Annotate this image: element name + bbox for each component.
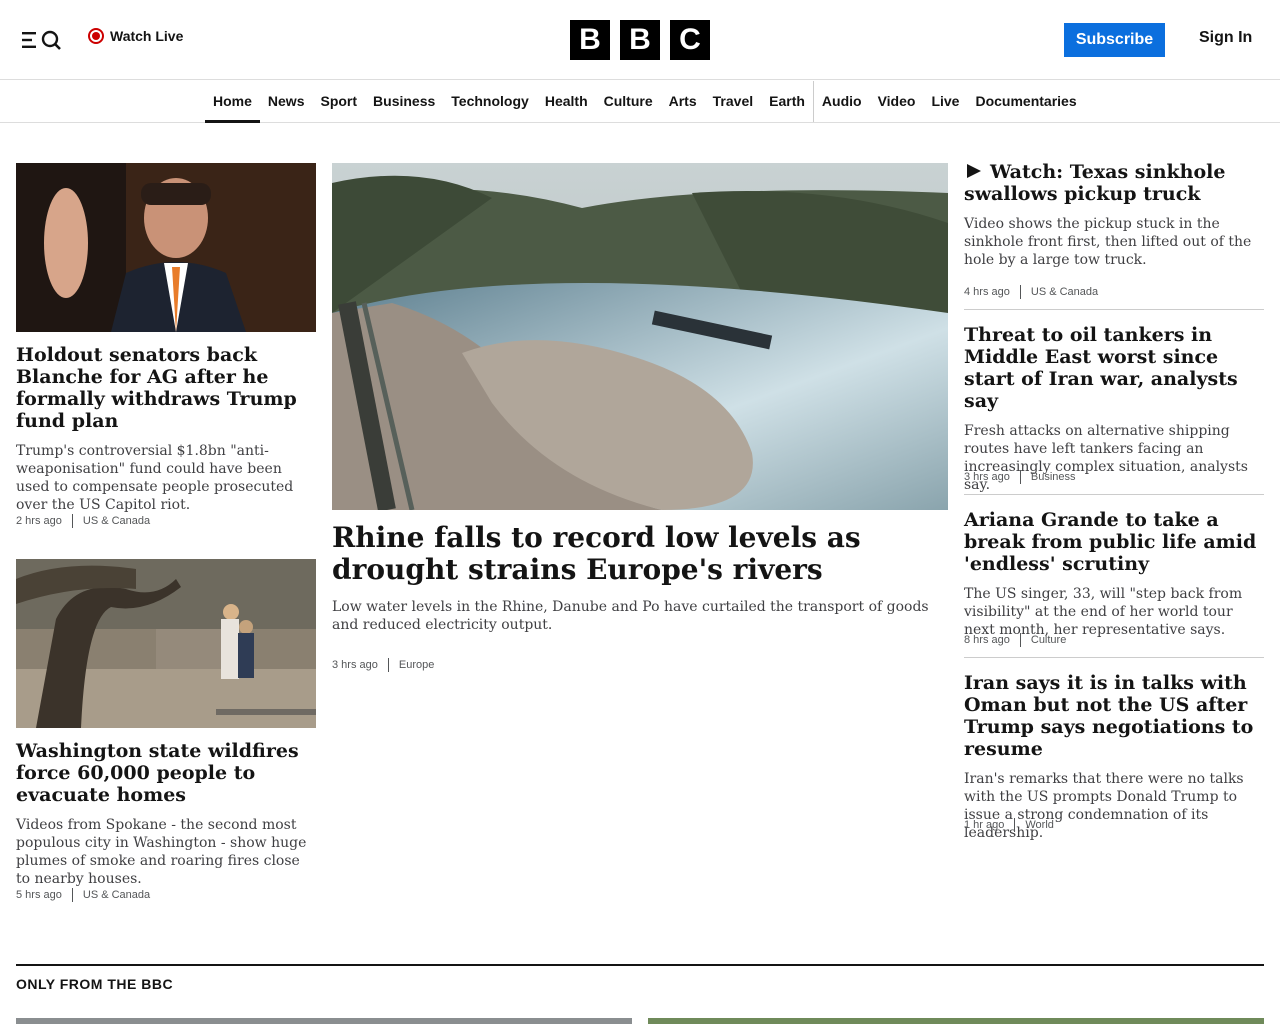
sign-in-link[interactable]: Sign In: [1199, 29, 1252, 47]
watch-live-link[interactable]: Watch Live: [88, 28, 183, 44]
story-time: 4 hrs ago: [964, 286, 1010, 298]
nav-item-news[interactable]: News: [260, 81, 313, 122]
nav-item-home[interactable]: Home: [205, 81, 260, 123]
story-time: 5 hrs ago: [16, 889, 62, 901]
story-tag[interactable]: Europe: [399, 659, 434, 671]
story-tag[interactable]: Business: [1031, 471, 1076, 483]
story-time: 1 hr ago: [964, 819, 1005, 831]
lead-story-meta: 3 hrs ago Europe: [332, 658, 434, 672]
divider: [964, 309, 1264, 310]
story-headline[interactable]: Washington state wildfires force 60,000 …: [16, 740, 316, 806]
story-time: 2 hrs ago: [16, 515, 62, 527]
lead-story-headline[interactable]: Rhine falls to record low levels as drou…: [332, 522, 948, 586]
logo-letter: C: [670, 20, 710, 60]
story-headline-text: Watch: Texas sinkhole swallows pickup tr…: [964, 161, 1226, 205]
main-nav: Home News Sport Business Technology Heal…: [0, 81, 1280, 123]
play-icon: [967, 164, 981, 178]
nav-item-technology[interactable]: Technology: [443, 81, 537, 122]
live-icon: [88, 28, 104, 44]
lead-story-card[interactable]: Rhine falls to record low levels as drou…: [332, 163, 948, 634]
story-summary: Video shows the pickup stuck in the sink…: [964, 216, 1252, 268]
story-headline[interactable]: Holdout senators back Blanche for AG aft…: [16, 344, 316, 432]
meta-divider: [387, 658, 389, 672]
section-story-image[interactable]: [648, 1018, 1264, 1024]
story-card[interactable]: Holdout senators back Blanche for AG aft…: [16, 163, 316, 514]
nav-item-travel[interactable]: Travel: [705, 81, 761, 122]
story-tag[interactable]: Culture: [1031, 634, 1066, 646]
meta-divider: [1019, 285, 1021, 299]
nav-item-live[interactable]: Live: [923, 81, 967, 122]
nav-item-earth[interactable]: Earth: [761, 81, 813, 122]
menu-search-icon: [22, 30, 61, 50]
story-image: [16, 163, 316, 332]
story-meta: 4 hrs ago US & Canada: [964, 285, 1098, 299]
nav-item-documentaries[interactable]: Documentaries: [967, 81, 1084, 122]
section-divider: [16, 964, 1264, 966]
logo-letter: B: [570, 20, 610, 60]
nav-item-sport[interactable]: Sport: [312, 81, 365, 122]
nav-item-arts[interactable]: Arts: [661, 81, 705, 122]
story-headline[interactable]: Threat to oil tankers in Middle East wor…: [964, 324, 1264, 412]
story-time: 3 hrs ago: [964, 471, 1010, 483]
story-headline[interactable]: Watch: Texas sinkhole swallows pickup tr…: [964, 161, 1264, 205]
story-meta: 2 hrs ago US & Canada: [16, 514, 150, 528]
story-time: 3 hrs ago: [332, 659, 378, 671]
menu-search-button[interactable]: [22, 28, 62, 52]
story-summary: The US singer, 33, will "step back from …: [964, 586, 1243, 638]
story-card[interactable]: Washington state wildfires force 60,000 …: [16, 559, 316, 888]
story-image: [16, 559, 316, 728]
story-card[interactable]: Ariana Grande to take a break from publi…: [964, 509, 1264, 639]
story-meta: 1 hr ago World: [964, 818, 1054, 832]
meta-divider: [71, 888, 73, 902]
meta-divider: [1014, 818, 1016, 832]
section-story-image[interactable]: [16, 1018, 632, 1024]
story-tag[interactable]: World: [1025, 819, 1054, 831]
story-summary: Videos from Spokane - the second most po…: [16, 817, 307, 887]
watch-live-label: Watch Live: [110, 28, 184, 44]
story-tag[interactable]: US & Canada: [1031, 286, 1098, 298]
story-card[interactable]: Iran says it is in talks with Oman but n…: [964, 672, 1264, 842]
story-time: 8 hrs ago: [964, 634, 1010, 646]
section-title: ONLY FROM THE BBC: [16, 976, 174, 992]
logo-letter: B: [620, 20, 660, 60]
story-summary: Trump's controversial $1.8bn "anti-weapo…: [16, 443, 294, 513]
story-card[interactable]: Threat to oil tankers in Middle East wor…: [964, 324, 1264, 494]
story-meta: 8 hrs ago Culture: [964, 633, 1066, 647]
story-tag[interactable]: US & Canada: [83, 515, 150, 527]
story-meta: 5 hrs ago US & Canada: [16, 888, 150, 902]
divider: [964, 657, 1264, 658]
nav-item-business[interactable]: Business: [365, 81, 443, 122]
nav-item-audio[interactable]: Audio: [812, 81, 870, 122]
divider: [964, 494, 1264, 495]
subscribe-button[interactable]: Subscribe: [1064, 23, 1165, 57]
lead-story-summary: Low water levels in the Rhine, Danube an…: [332, 599, 929, 633]
meta-divider: [71, 514, 73, 528]
meta-divider: [1019, 633, 1021, 647]
nav-item-culture[interactable]: Culture: [596, 81, 661, 122]
story-tag[interactable]: US & Canada: [83, 889, 150, 901]
masthead: Watch Live B B C Subscribe Sign In: [0, 0, 1280, 80]
story-card[interactable]: Watch: Texas sinkhole swallows pickup tr…: [964, 161, 1264, 269]
meta-divider: [1019, 470, 1021, 484]
nav-item-health[interactable]: Health: [537, 81, 596, 122]
story-headline[interactable]: Iran says it is in talks with Oman but n…: [964, 672, 1264, 760]
story-headline[interactable]: Ariana Grande to take a break from publi…: [964, 509, 1264, 575]
nav-item-video[interactable]: Video: [870, 81, 924, 122]
lead-story-image: [332, 163, 948, 510]
bbc-logo[interactable]: B B C: [570, 20, 710, 60]
story-meta: 3 hrs ago Business: [964, 470, 1076, 484]
